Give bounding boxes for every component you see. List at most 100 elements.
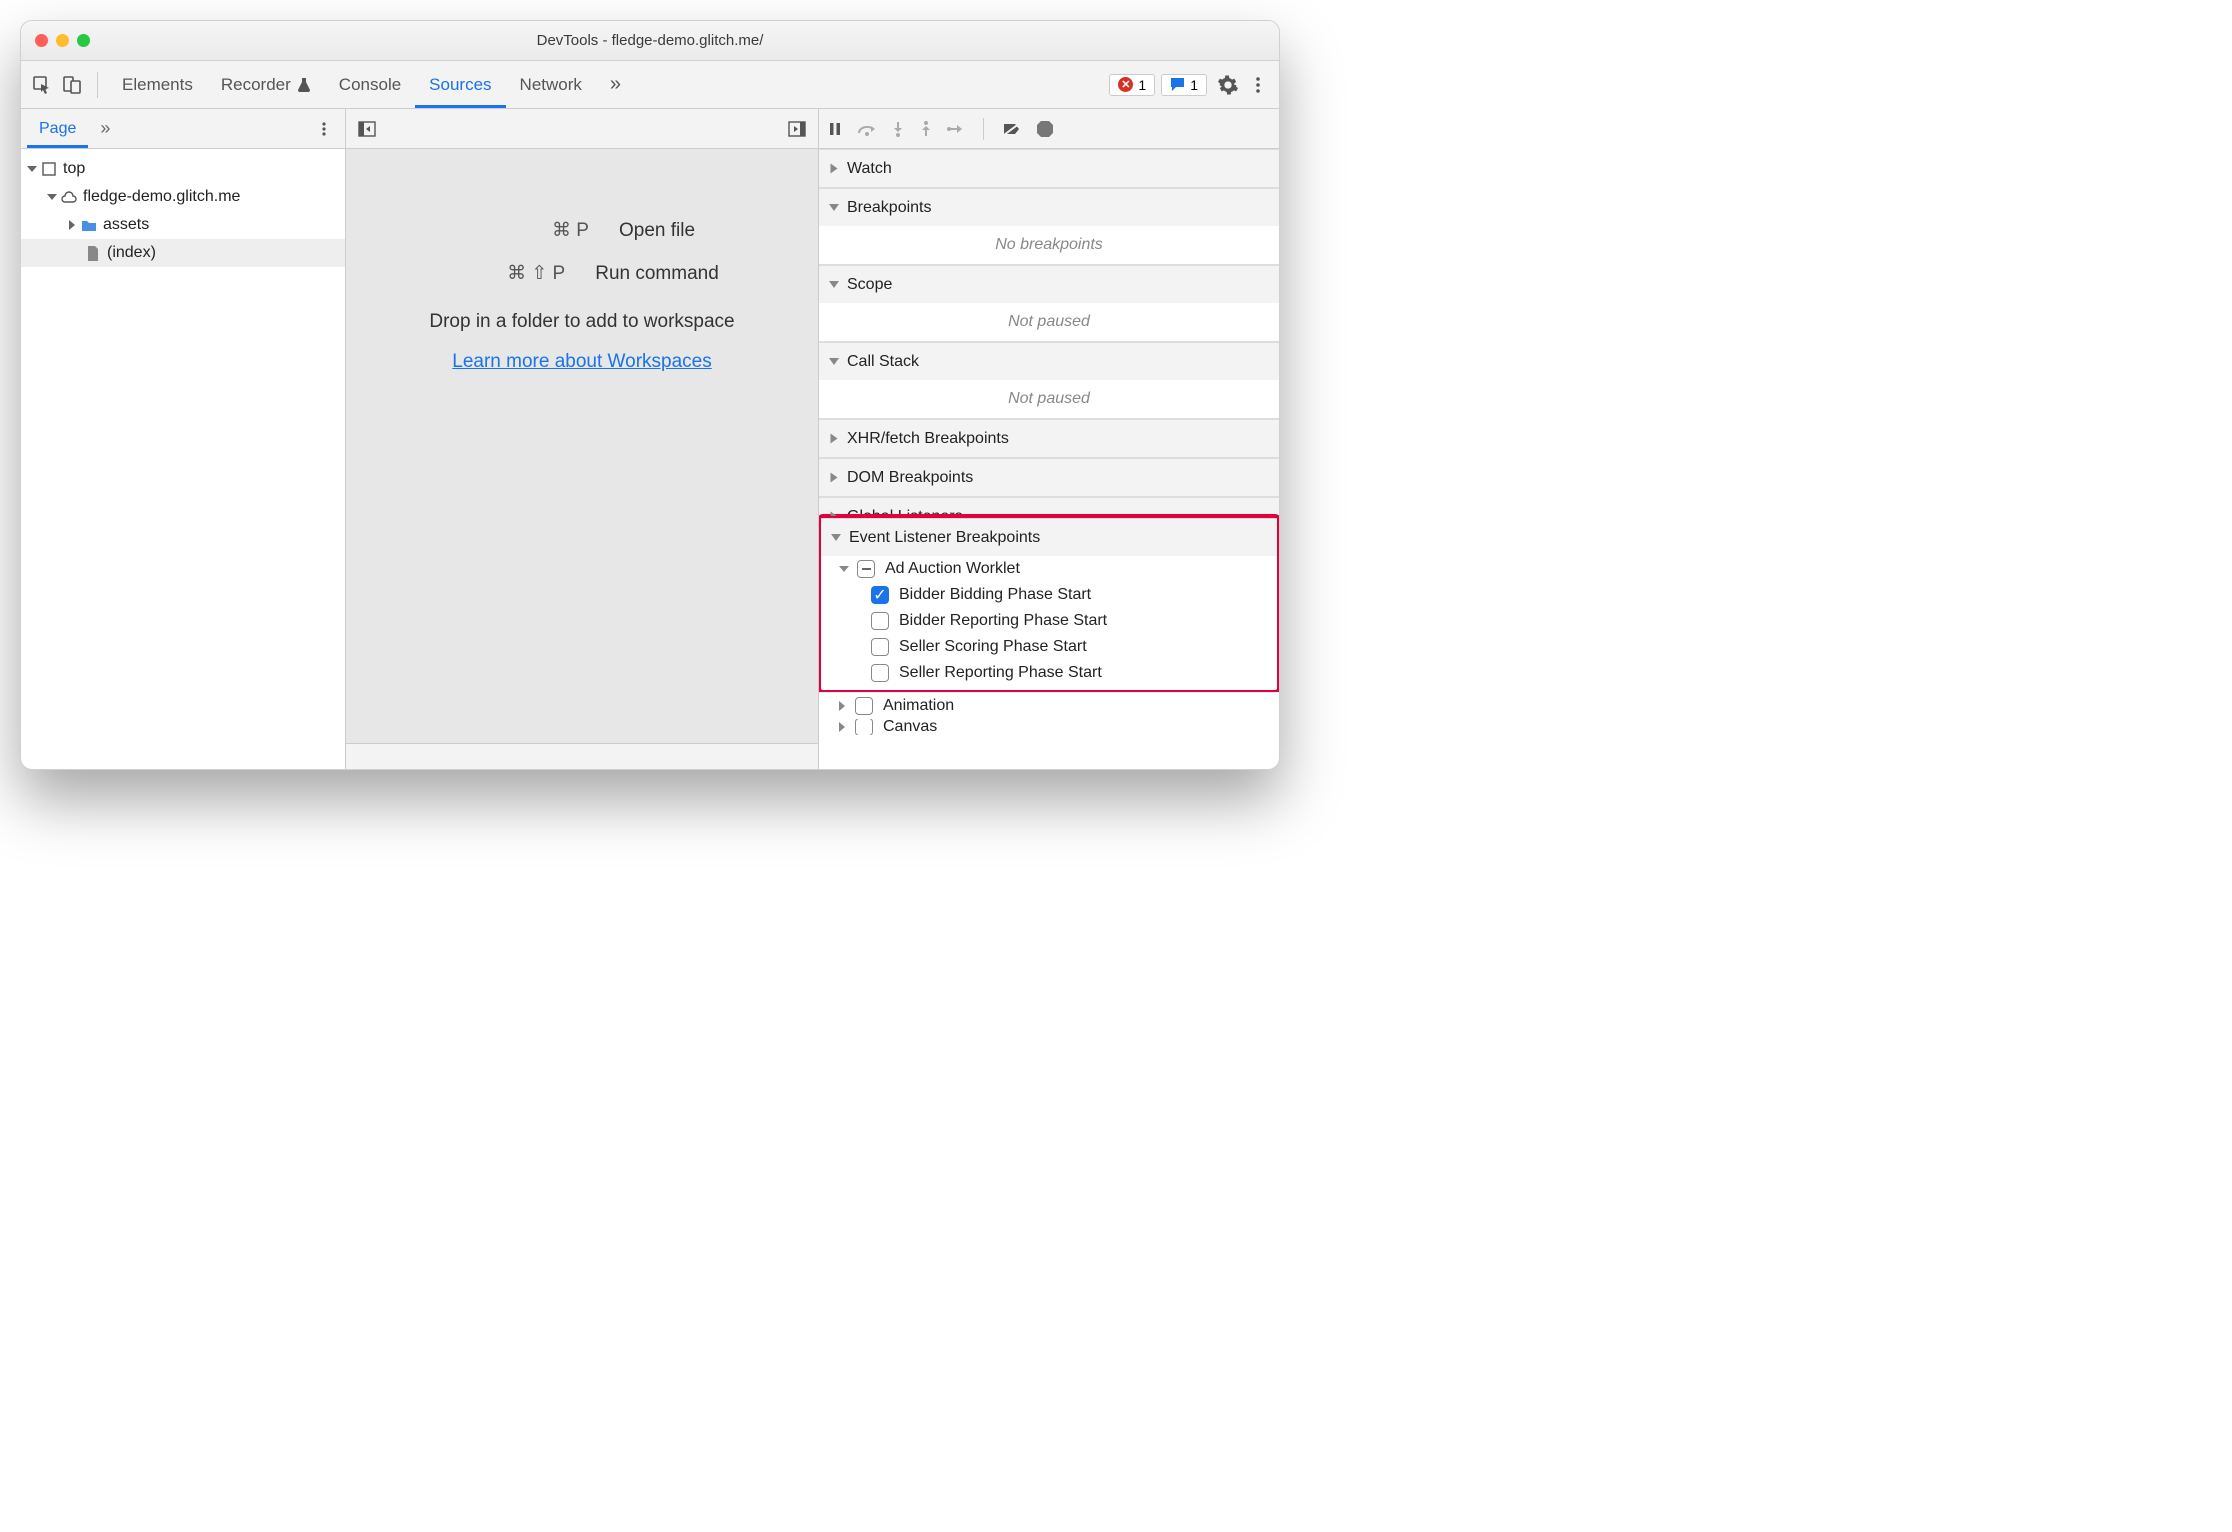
chevron-down-icon: [829, 204, 839, 211]
device-toggle-icon[interactable]: [57, 70, 87, 100]
chevron-right-icon: [69, 220, 75, 230]
section-callstack-header[interactable]: Call Stack: [819, 342, 1279, 380]
debugger-controls: [819, 109, 1279, 149]
file-icon: [85, 245, 101, 261]
chevron-down-icon: [47, 194, 57, 200]
elb-item-bidder-reporting[interactable]: Bidder Reporting Phase Start: [821, 608, 1277, 634]
message-icon: [1170, 77, 1185, 92]
section-breakpoints: Breakpoints No breakpoints: [819, 188, 1279, 265]
learn-workspaces-link[interactable]: Learn more about Workspaces: [452, 351, 711, 373]
elb-cat-animation[interactable]: Animation: [819, 692, 1279, 719]
checkbox-icon[interactable]: [871, 664, 889, 682]
elb-cat-ad-worklet[interactable]: Ad Auction Worklet: [821, 556, 1277, 582]
elb-item-label: Seller Reporting Phase Start: [899, 664, 1102, 682]
elb-item-seller-reporting[interactable]: Seller Reporting Phase Start: [821, 660, 1277, 686]
errors-badge[interactable]: ✕ 1: [1109, 74, 1155, 96]
folder-icon: [81, 217, 97, 233]
chevron-down-icon: [27, 166, 37, 172]
navigator-tabs: Page »: [21, 109, 345, 149]
tab-network[interactable]: Network: [506, 61, 596, 108]
run-command-label: Run command: [595, 263, 719, 285]
section-breakpoints-header[interactable]: Breakpoints: [819, 188, 1279, 226]
section-breakpoints-title: Breakpoints: [847, 199, 932, 217]
window-title: DevTools - fledge-demo.glitch.me/: [21, 32, 1279, 49]
flask-icon: [297, 77, 311, 93]
elb-body: Ad Auction Worklet ✓ Bidder Bidding Phas…: [821, 556, 1277, 686]
section-elb-header[interactable]: Event Listener Breakpoints: [821, 518, 1277, 556]
scope-empty: Not paused: [819, 303, 1279, 341]
section-xhr-header[interactable]: XHR/fetch Breakpoints: [819, 419, 1279, 457]
settings-icon[interactable]: [1213, 70, 1243, 100]
inspect-icon[interactable]: [27, 70, 57, 100]
navigator-tabs-overflow-icon[interactable]: »: [88, 109, 122, 148]
section-watch-header[interactable]: Watch: [819, 149, 1279, 187]
errors-count: 1: [1138, 77, 1146, 93]
tree-file-index[interactable]: (index): [21, 239, 345, 267]
section-scope: Scope Not paused: [819, 265, 1279, 342]
tab-console[interactable]: Console: [325, 61, 415, 108]
devtools-window: DevTools - fledge-demo.glitch.me/ Elemen…: [20, 20, 1280, 770]
checkbox-checked-icon[interactable]: ✓: [871, 586, 889, 604]
step-icon[interactable]: [947, 122, 965, 136]
tabs-overflow-icon[interactable]: »: [596, 61, 635, 108]
messages-badge[interactable]: 1: [1161, 74, 1207, 96]
section-elb-title: Event Listener Breakpoints: [849, 529, 1040, 547]
section-scope-title: Scope: [847, 276, 892, 294]
section-dom-title: DOM Breakpoints: [847, 469, 973, 487]
pause-exceptions-icon[interactable]: [1036, 120, 1054, 138]
elb-item-bidder-bidding[interactable]: ✓ Bidder Bidding Phase Start: [821, 582, 1277, 608]
section-dom-header[interactable]: DOM Breakpoints: [819, 458, 1279, 496]
section-callstack: Call Stack Not paused: [819, 342, 1279, 419]
chevron-right-icon: [839, 722, 845, 732]
section-watch: Watch: [819, 149, 1279, 188]
deactivate-breakpoints-icon[interactable]: [1002, 121, 1022, 137]
checkbox-icon[interactable]: [855, 697, 873, 715]
close-icon[interactable]: [35, 34, 48, 47]
chevron-down-icon: [831, 534, 841, 541]
zoom-icon[interactable]: [77, 34, 90, 47]
tree-origin[interactable]: fledge-demo.glitch.me: [21, 183, 345, 211]
tab-elements[interactable]: Elements: [108, 61, 207, 108]
elb-item-label: Bidder Bidding Phase Start: [899, 586, 1091, 604]
open-file-label: Open file: [619, 220, 695, 242]
highlight-ad-worklet: Event Listener Breakpoints Ad Auction Wo…: [819, 514, 1279, 694]
checkbox-mixed-icon[interactable]: [857, 560, 875, 578]
editor-footer: [346, 743, 818, 769]
checkbox-icon[interactable]: [855, 719, 873, 735]
chevron-right-icon: [831, 434, 838, 444]
section-xhr: XHR/fetch Breakpoints: [819, 419, 1279, 458]
elb-cat-canvas-label: Canvas: [883, 719, 937, 735]
step-over-icon[interactable]: [857, 121, 877, 137]
step-out-icon[interactable]: [919, 121, 933, 137]
tree-top[interactable]: top: [21, 155, 345, 183]
elb-item-label: Bidder Reporting Phase Start: [899, 612, 1107, 630]
tab-recorder[interactable]: Recorder: [207, 61, 325, 108]
tab-sources[interactable]: Sources: [415, 61, 505, 108]
tree-top-label: top: [63, 160, 85, 178]
chevron-down-icon: [829, 281, 839, 288]
navigator-more-icon[interactable]: [309, 114, 339, 144]
show-debugger-icon[interactable]: [782, 114, 812, 144]
section-scope-header[interactable]: Scope: [819, 265, 1279, 303]
titlebar: DevTools - fledge-demo.glitch.me/: [21, 21, 1279, 61]
checkbox-icon[interactable]: [871, 638, 889, 656]
step-into-icon[interactable]: [891, 121, 905, 137]
checkbox-icon[interactable]: [871, 612, 889, 630]
open-file-shortcut: ⌘ P: [469, 219, 589, 242]
chevron-right-icon: [831, 512, 838, 517]
section-xhr-title: XHR/fetch Breakpoints: [847, 430, 1009, 448]
section-dom: DOM Breakpoints: [819, 458, 1279, 497]
more-menu-icon[interactable]: [1243, 70, 1273, 100]
tab-recorder-label: Recorder: [221, 75, 291, 95]
show-navigator-icon[interactable]: [352, 114, 382, 144]
tree-folder-assets[interactable]: assets: [21, 211, 345, 239]
elb-item-label: Seller Scoring Phase Start: [899, 638, 1087, 656]
elb-item-seller-scoring[interactable]: Seller Scoring Phase Start: [821, 634, 1277, 660]
elb-cat-canvas[interactable]: Canvas: [819, 719, 1279, 735]
chevron-right-icon: [831, 473, 838, 483]
pause-icon[interactable]: [827, 121, 843, 137]
minimize-icon[interactable]: [56, 34, 69, 47]
editor-tabbar: [346, 109, 818, 149]
callstack-empty: Not paused: [819, 380, 1279, 418]
navigator-tab-page[interactable]: Page: [27, 109, 88, 148]
